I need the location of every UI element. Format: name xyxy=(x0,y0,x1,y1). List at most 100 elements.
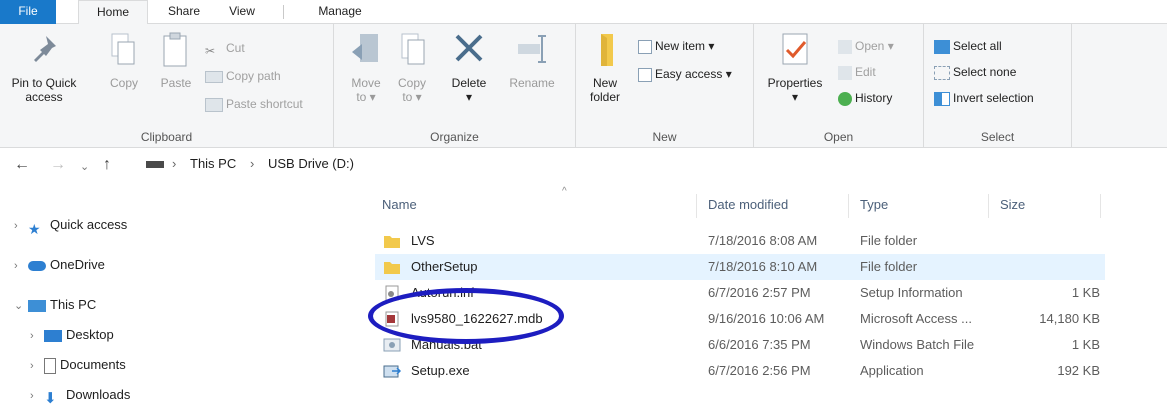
nav-downloads[interactable]: › ⬇ Downloads xyxy=(30,384,130,407)
collapse-chevron-icon[interactable]: ⌄ xyxy=(14,295,28,317)
paste-label: Paste xyxy=(160,76,192,90)
tab-file[interactable]: File xyxy=(0,0,56,24)
desktop-icon xyxy=(44,329,62,342)
expand-chevron-icon[interactable]: › xyxy=(30,325,44,347)
history-label: History xyxy=(855,91,893,105)
nav-this-pc[interactable]: ⌄ This PC xyxy=(14,294,96,316)
download-arrow-icon: ⬇ xyxy=(44,389,57,407)
tab-view[interactable]: View xyxy=(216,0,268,24)
nav-quick-access[interactable]: › ★ Quick access xyxy=(14,214,127,237)
select-group-label: Select xyxy=(980,130,1015,144)
move-to-button[interactable]: Move to ▾ xyxy=(346,30,386,104)
breadcrumb-usb-drive[interactable]: USB Drive (D:) xyxy=(268,156,354,171)
application-icon xyxy=(383,365,401,378)
select-none-button[interactable]: Select none xyxy=(934,62,1016,82)
file-list: ^ Name Date modified Type Size LVS 7/18/… xyxy=(370,186,1110,408)
access-database-icon xyxy=(385,311,399,327)
properties-label: Properties xyxy=(767,76,823,90)
file-row[interactable]: Setup.exe 6/7/2016 2:56 PM Application 1… xyxy=(375,358,1105,384)
file-row[interactable]: lvs9580_1622627.mdb 9/16/2016 10:06 AM M… xyxy=(375,306,1105,332)
delete-x-icon xyxy=(455,34,483,62)
file-date: 7/18/2016 8:10 AM xyxy=(708,259,818,274)
tab-share[interactable]: Share xyxy=(156,0,212,24)
select-none-label: Select none xyxy=(953,65,1017,79)
expand-chevron-icon[interactable]: › xyxy=(30,355,44,377)
breadcrumb-separator-icon: › xyxy=(250,156,255,171)
settings-file-icon xyxy=(385,285,399,301)
recent-locations-chevron-icon[interactable]: ⌄ xyxy=(80,160,89,173)
column-divider[interactable] xyxy=(696,194,697,218)
breadcrumb-separator-icon: › xyxy=(172,156,177,171)
history-button[interactable]: History xyxy=(838,88,892,108)
file-row[interactable]: Manuals.bat 6/6/2016 7:35 PM Windows Bat… xyxy=(375,332,1105,358)
edit-label: Edit xyxy=(855,65,876,79)
rename-button[interactable]: Rename xyxy=(506,30,558,90)
paste-button[interactable]: Paste xyxy=(156,30,196,90)
easy-access-icon xyxy=(638,67,652,82)
folder-icon xyxy=(384,262,400,274)
edit-button[interactable]: Edit xyxy=(838,62,876,82)
copy-to-label-2: to xyxy=(402,90,413,104)
new-folder-button[interactable]: New folder xyxy=(584,30,626,104)
pin-to-quick-access-button[interactable]: Pin to Quick access xyxy=(4,30,84,104)
column-header-name[interactable]: Name xyxy=(382,190,417,220)
column-divider[interactable] xyxy=(1100,194,1101,218)
file-name: Autorun.inf xyxy=(411,285,474,300)
copy-label: Copy xyxy=(109,76,138,90)
nav-onedrive[interactable]: › OneDrive xyxy=(14,254,105,276)
move-to-label-1: Move xyxy=(351,76,381,90)
expand-chevron-icon[interactable]: › xyxy=(30,385,44,407)
select-all-button[interactable]: Select all xyxy=(934,36,1002,56)
file-name: lvs9580_1622627.mdb xyxy=(411,311,543,326)
select-all-icon xyxy=(934,39,950,54)
easy-access-label: Easy access xyxy=(655,67,723,81)
new-folder-label-1: New xyxy=(592,76,617,90)
back-arrow-icon[interactable]: ← xyxy=(14,156,30,174)
tab-home[interactable]: Home xyxy=(78,0,148,25)
file-size: 192 KB xyxy=(1057,363,1100,378)
nav-desktop[interactable]: › Desktop xyxy=(30,324,114,346)
expand-chevron-icon[interactable]: › xyxy=(14,255,28,277)
column-divider[interactable] xyxy=(848,194,849,218)
copy-path-button[interactable]: Copy path xyxy=(205,66,281,86)
ribbon-tabs: File Home Share View Manage xyxy=(0,0,1167,25)
paste-shortcut-label: Paste shortcut xyxy=(226,97,303,111)
open-label: Open xyxy=(855,39,885,53)
file-row[interactable]: LVS 7/18/2016 8:08 AM File folder xyxy=(375,228,1105,254)
column-header-type[interactable]: Type xyxy=(860,190,888,220)
file-row[interactable]: OtherSetup 7/18/2016 8:10 AM File folder xyxy=(375,254,1105,280)
forward-arrow-icon[interactable]: → xyxy=(50,156,66,174)
column-header-date[interactable]: Date modified xyxy=(708,190,788,220)
new-item-button[interactable]: New item ▾ xyxy=(638,36,714,56)
column-header-size[interactable]: Size xyxy=(1000,190,1025,220)
file-row[interactable]: Autorun.inf 6/7/2016 2:57 PM Setup Infor… xyxy=(375,280,1105,306)
copy-to-button[interactable]: Copy to ▾ xyxy=(392,30,432,104)
properties-button[interactable]: Properties ▾ xyxy=(760,30,830,104)
tab-manage[interactable]: Manage xyxy=(300,0,380,24)
column-divider[interactable] xyxy=(988,194,989,218)
up-arrow-icon[interactable]: ↑ xyxy=(103,156,111,174)
copy-button[interactable]: Copy xyxy=(104,30,144,90)
expand-chevron-icon[interactable]: › xyxy=(14,215,28,237)
invert-selection-button[interactable]: Invert selection xyxy=(934,88,1034,108)
clipboard-group: Pin to Quick access Copy Paste ✂ Cut Copy… xyxy=(0,24,334,148)
file-type: Windows Batch File xyxy=(860,337,975,352)
nav-documents[interactable]: › Documents xyxy=(30,354,126,376)
select-none-icon xyxy=(934,65,950,80)
open-button[interactable]: Open ▾ xyxy=(838,36,894,56)
delete-button[interactable]: Delete ▾ xyxy=(444,30,494,104)
file-date: 6/7/2016 2:57 PM xyxy=(708,285,811,300)
rename-label: Rename xyxy=(509,76,555,90)
cut-button[interactable]: ✂ Cut xyxy=(205,38,245,58)
breadcrumb-this-pc[interactable]: This PC xyxy=(190,156,236,171)
easy-access-button[interactable]: Easy access ▾ xyxy=(638,64,732,84)
batch-file-icon xyxy=(383,338,401,352)
cut-label: Cut xyxy=(226,41,245,55)
new-item-icon xyxy=(638,39,652,54)
open-icon xyxy=(838,39,852,54)
address-bar: ← → ⌄ ↑ › This PC › USB Drive (D:) xyxy=(0,148,1167,182)
paste-shortcut-button[interactable]: Paste shortcut xyxy=(205,94,303,114)
nav-documents-label: Documents xyxy=(60,357,126,372)
file-name: Setup.exe xyxy=(411,363,470,378)
file-type: Application xyxy=(860,363,924,378)
